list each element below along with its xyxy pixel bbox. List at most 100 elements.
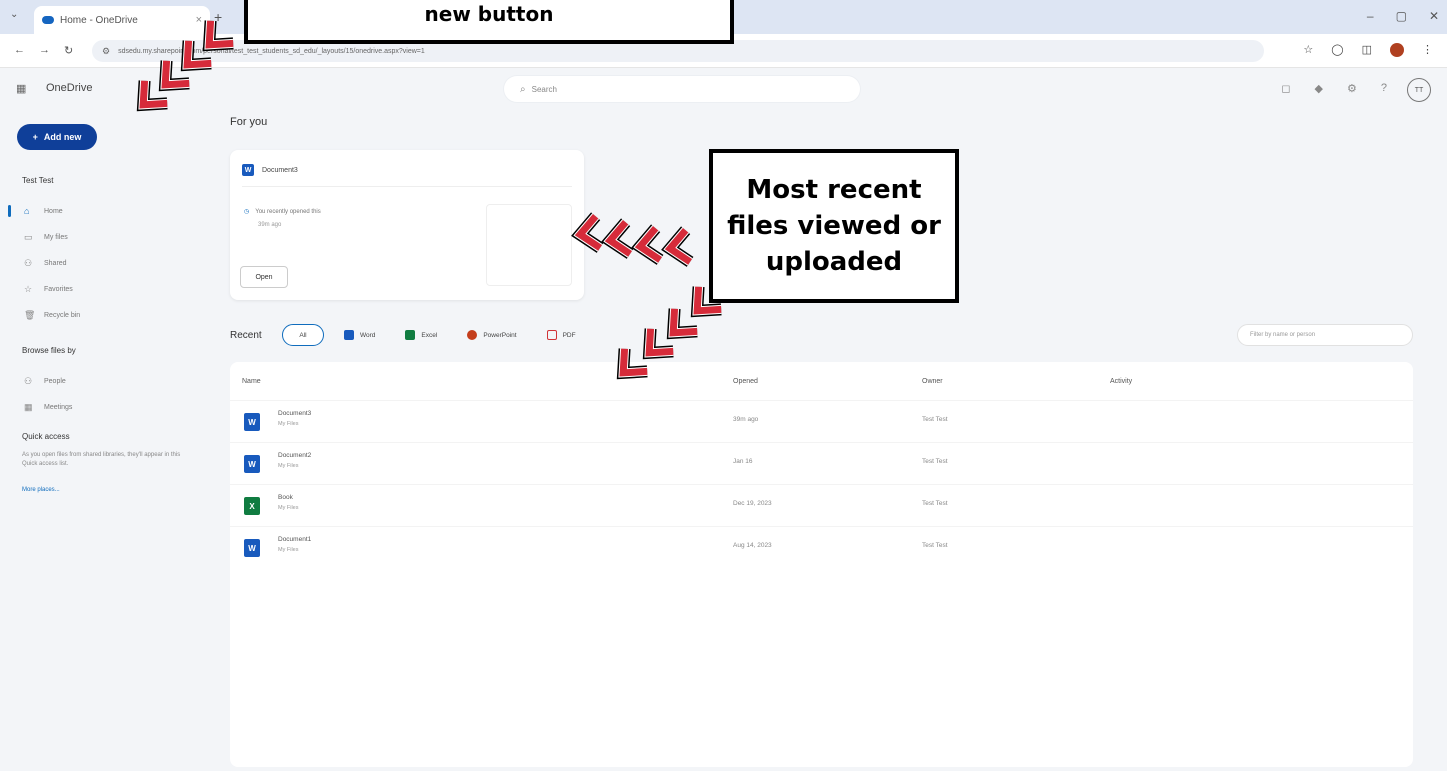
profile-icon[interactable] — [1390, 43, 1404, 57]
add-new-button[interactable]: + Add new — [17, 124, 97, 150]
for-you-time: 39m ago — [258, 222, 282, 228]
sidebar-item-recycle-bin[interactable]: 🗑 Recycle bin — [0, 302, 210, 328]
sidebar: + Add new Test Test ⌂ Home ▭ My files ⚇ … — [0, 110, 210, 771]
bookmark-star-icon[interactable]: ☆ — [1303, 43, 1313, 57]
tab-close-icon[interactable]: × — [196, 14, 202, 26]
filter-label: Excel — [421, 331, 438, 339]
file-owner: Test Test — [922, 458, 948, 465]
sidebar-item-meetings[interactable]: ▦ Meetings — [0, 394, 210, 420]
sidebar-item-label: People — [44, 377, 66, 385]
calendar-icon: ▦ — [24, 401, 33, 412]
excel-icon — [405, 330, 416, 340]
filter-all[interactable]: All — [282, 324, 324, 346]
forward-button[interactable]: → — [39, 44, 50, 57]
sidebar-item-favorites[interactable]: ☆ Favorites — [0, 276, 210, 302]
file-owner: Test Test — [922, 500, 948, 507]
filter-label: PDF — [562, 331, 576, 339]
filter-label: PowerPoint — [483, 331, 517, 339]
word-file-icon: W — [244, 539, 260, 557]
help-icon[interactable]: ? — [1381, 82, 1387, 95]
recent-files-table: Name Opened Owner Activity W Document3 M… — [230, 362, 1413, 767]
search-icon: ⌕ — [520, 83, 526, 95]
file-name[interactable]: Book — [278, 494, 293, 501]
new-tab-button[interactable]: + — [214, 9, 222, 25]
app-name[interactable]: OneDrive — [46, 82, 92, 94]
search-input[interactable]: ⌕ Search — [504, 76, 860, 102]
sidebar-item-label: Home — [44, 207, 63, 215]
browser-tab[interactable]: Home - OneDrive × — [34, 6, 210, 34]
home-icon: ⌂ — [24, 206, 30, 216]
file-location: My Files — [278, 505, 299, 511]
site-info-icon[interactable]: ⚙ — [102, 46, 110, 57]
people-icon: ⚇ — [24, 257, 33, 268]
column-header-activity[interactable]: Activity — [1110, 378, 1132, 385]
callout-new-button: new button — [244, 0, 734, 44]
sidebar-item-label: Shared — [44, 259, 67, 267]
open-button[interactable]: Open — [240, 266, 288, 288]
excel-file-icon: X — [244, 497, 260, 515]
settings-gear-icon[interactable]: ⚙ — [1347, 82, 1357, 95]
for-you-doc[interactable]: W Document3 — [242, 164, 298, 176]
file-opened: Dec 19, 2023 — [733, 500, 772, 507]
filter-excel[interactable]: Excel — [395, 324, 447, 346]
reload-button[interactable]: ↻ — [64, 44, 73, 57]
callout-line: files viewed or — [727, 211, 941, 241]
sidebar-item-home[interactable]: ⌂ Home — [0, 198, 210, 224]
back-button[interactable]: ← — [14, 44, 25, 57]
extensions-icon[interactable]: ◯ — [1331, 43, 1343, 57]
table-row[interactable]: W Document2 My Files Jan 16 Test Test — [230, 442, 1413, 484]
trash-icon: 🗑 — [24, 309, 36, 320]
browser-actions: ☆ ◯ ◫ ⋮ — [1303, 43, 1433, 57]
user-name: Test Test — [22, 176, 54, 185]
sidebar-item-my-files[interactable]: ▭ My files — [0, 224, 210, 250]
powerpoint-icon — [467, 330, 478, 340]
file-location: My Files — [278, 421, 299, 427]
feedback-icon[interactable]: ◻ — [1281, 82, 1290, 95]
column-header-opened[interactable]: Opened — [733, 378, 758, 385]
app-launcher-icon[interactable]: ▦ — [16, 82, 26, 95]
maximize-button[interactable]: ▢ — [1396, 9, 1407, 23]
file-name[interactable]: Document2 — [278, 452, 311, 459]
add-new-label: Add new — [43, 132, 82, 142]
tab-title: Home - OneDrive — [60, 14, 138, 26]
minimize-button[interactable]: – — [1367, 9, 1374, 23]
file-opened: Aug 14, 2023 — [733, 542, 772, 549]
file-owner: Test Test — [922, 542, 948, 549]
more-places-link[interactable]: More places... — [22, 487, 60, 493]
divider — [242, 186, 572, 187]
file-location: My Files — [278, 463, 299, 469]
tab-search-menu[interactable]: ⌄ — [10, 9, 18, 20]
table-row[interactable]: W Document3 My Files 39m ago Test Test — [230, 400, 1413, 442]
avatar[interactable]: TT — [1407, 78, 1431, 102]
filter-by-name-input[interactable]: Filter by name or person — [1237, 324, 1413, 346]
sidebar-item-label: Recycle bin — [44, 311, 81, 319]
filter-label: Word — [360, 331, 376, 339]
file-name[interactable]: Document3 — [278, 410, 311, 417]
for-you-card[interactable]: W Document3 ◷ You recently opened this 39… — [230, 150, 584, 300]
for-you-heading: For you — [230, 116, 268, 128]
sidebar-item-people[interactable]: ⚇ People — [0, 368, 210, 394]
column-header-name[interactable]: Name — [242, 378, 261, 385]
callout-line: uploaded — [765, 247, 903, 277]
search-placeholder: Search — [531, 84, 557, 94]
table-row[interactable]: W Document1 My Files Aug 14, 2023 Test T… — [230, 526, 1413, 568]
sidepanel-icon[interactable]: ◫ — [1362, 43, 1372, 57]
document-thumbnail[interactable] — [486, 204, 572, 286]
window-controls: – ▢ ✕ — [1367, 9, 1439, 23]
premium-icon[interactable]: ◆ — [1315, 82, 1323, 95]
table-row[interactable]: X Book My Files Dec 19, 2023 Test Test — [230, 484, 1413, 526]
file-name[interactable]: Document1 — [278, 536, 311, 543]
filter-powerpoint[interactable]: PowerPoint — [457, 324, 526, 346]
folder-icon: ▭ — [24, 231, 33, 242]
for-you-reason: ◷ You recently opened this — [244, 208, 321, 215]
column-header-owner[interactable]: Owner — [922, 378, 943, 385]
sidebar-item-label: My files — [44, 233, 68, 241]
sidebar-item-shared[interactable]: ⚇ Shared — [0, 250, 210, 276]
filter-pdf[interactable]: PDF — [537, 324, 586, 346]
close-window-button[interactable]: ✕ — [1429, 9, 1439, 23]
filter-word[interactable]: Word — [334, 324, 385, 346]
menu-icon[interactable]: ⋮ — [1422, 43, 1433, 57]
reason-text: You recently opened this — [255, 209, 321, 215]
plus-icon: + — [32, 132, 38, 142]
callout-recent-files: Most recent files viewed or uploaded — [709, 149, 959, 303]
